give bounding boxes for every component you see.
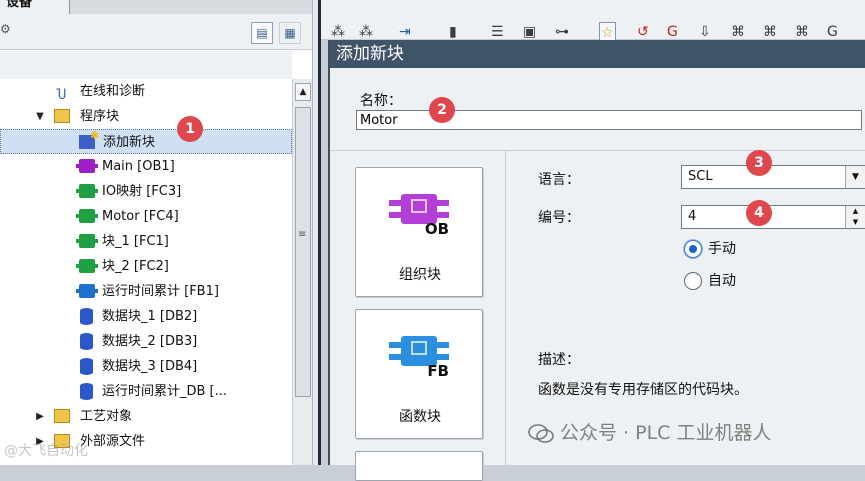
tree-item-program-blocks[interactable]: ▼ 程序块 [0, 104, 292, 129]
tree-item-technology-objects[interactable]: ▶ 工艺对象 [0, 404, 292, 429]
fc-block-icon [76, 209, 98, 223]
device-view-icon[interactable]: ▦ [279, 22, 301, 44]
description-text: 函数是没有专用存储区的代码块。 [538, 382, 748, 398]
tree-item-io-mapping-fc3[interactable]: IO映射 [FC3] [0, 179, 292, 204]
monitor-value-icon[interactable]: ⌘ [731, 22, 745, 42]
list-icon[interactable]: ☰ [491, 22, 504, 42]
fb-block-icon [76, 284, 98, 298]
radio-manual[interactable]: 手动 [684, 239, 736, 259]
add-new-block-dialog: 添加新块 名称： OB 组织块 [328, 40, 865, 481]
tree-toolbar: ⚙ ▤ ▦ [0, 14, 320, 50]
delete-network-icon[interactable]: ⁂ [359, 22, 373, 42]
tree-item-add-new-block[interactable]: ✱ 添加新块 [0, 129, 292, 154]
db-block-icon [80, 333, 93, 350]
tree-item-block2-fc2[interactable]: 块_2 [FC2] [0, 254, 292, 279]
name-label: 名称： [360, 93, 402, 109]
tree-item-runtime-db[interactable]: 运行时间累计_DB [... [0, 379, 292, 404]
reset-icon[interactable]: G [827, 22, 838, 42]
ob-block-icon [76, 159, 98, 173]
function-block-button[interactable]: FB 函数块 [355, 309, 483, 439]
fb-caption: 函数块 [399, 409, 441, 425]
wechat-icon [528, 423, 554, 443]
description-label: 描述： [538, 352, 580, 368]
db-block-icon [80, 383, 93, 400]
expand-icon[interactable]: ▼ [35, 104, 45, 129]
splitter-line [318, 0, 321, 465]
ob-caption: 组织块 [399, 267, 441, 283]
language-select[interactable]: SCL ▼ [681, 165, 865, 189]
step-marker-3: 3 [746, 150, 772, 176]
tree-item-db3[interactable]: 数据块_2 [DB3] [0, 329, 292, 354]
tree-item-block1-fc1[interactable]: 块_1 [FC1] [0, 229, 292, 254]
compare-icon[interactable]: ▣ [523, 22, 536, 42]
fc-block-icon [76, 234, 98, 248]
project-tree: Ⴎ 在线和诊断 ▼ 程序块 ✱ 添加新块 Main [OB1] IO映射 [FC… [0, 79, 292, 465]
tree-item-online-diagnostics[interactable]: Ⴎ 在线和诊断 [0, 79, 292, 104]
number-stepper[interactable]: 4 ▲ ▼ [681, 205, 865, 229]
list-view-icon[interactable]: ▤ [251, 22, 273, 44]
step-marker-1: 1 [177, 116, 203, 142]
radio-auto[interactable]: 自动 [684, 271, 736, 291]
chevron-down-icon[interactable]: ▼ [845, 166, 865, 188]
increment-icon[interactable]: ▲ [846, 206, 865, 217]
modify-value-icon[interactable]: ⌘ [763, 22, 777, 42]
radio-selected-icon [684, 240, 702, 258]
tree-item-db2[interactable]: 数据块_1 [DB2] [0, 304, 292, 329]
force-value-icon[interactable]: ⌘ [795, 22, 809, 42]
radio-unselected-icon [684, 272, 702, 290]
go-online-icon[interactable]: ↺ [637, 22, 649, 42]
tab-devices[interactable]: 设备 [0, 0, 70, 14]
db-block-icon [80, 358, 93, 375]
folder-icon [54, 109, 70, 123]
grip-icon: ≡ [298, 229, 307, 240]
tree-scrollbar[interactable]: ▲ ≡ [292, 79, 312, 465]
panel-header: 设备 [0, 0, 320, 14]
function-button[interactable] [355, 451, 483, 481]
watermark-right: 公众号 · PLC 工业机器人 [528, 418, 771, 445]
organization-block-button[interactable]: OB 组织块 [355, 167, 483, 297]
db-block-icon [80, 308, 93, 325]
go-offline-icon[interactable]: G [667, 22, 678, 42]
tree-item-motor-fc4[interactable]: Motor [FC4] [0, 204, 292, 229]
tree-item-main-ob1[interactable]: Main [OB1] [0, 154, 292, 179]
step-marker-2: 2 [429, 97, 455, 123]
ob-block-icon: OB [389, 186, 449, 238]
diagnostics-icon: Ⴎ [56, 88, 67, 103]
tree-item-runtime-fb1[interactable]: 运行时间累计 [FB1] [0, 279, 292, 304]
scroll-thumb[interactable] [295, 107, 311, 397]
folder-icon [54, 409, 70, 423]
editor-toolbar: ⁂ ⁂ ⇥ ▮ ☰ ▣ ⊶ ☆ ↺ G ⇩ ⌘ ⌘ ⌘ G [321, 0, 865, 42]
open-block-icon[interactable]: ▮ [449, 22, 457, 42]
dialog-title: 添加新块 [330, 40, 865, 68]
fc-block-icon [76, 184, 98, 198]
toolbar-edge-icon: ⚙ [0, 22, 11, 36]
language-label: 语言： [538, 172, 580, 188]
download-icon[interactable]: ⇩ [699, 22, 711, 42]
insert-network-icon[interactable]: ⁂ [331, 22, 345, 42]
fc-block-icon [76, 259, 98, 273]
monitor-icon[interactable]: ⊶ [555, 22, 569, 42]
name-section: 名称： [330, 68, 865, 150]
insert-row-icon[interactable]: ⇥ [399, 22, 411, 42]
fb-block-icon: FB [389, 328, 449, 380]
decrement-icon[interactable]: ▼ [846, 217, 865, 228]
watermark-left: @大飞自动化 [4, 443, 88, 459]
tree-item-db4[interactable]: 数据块_3 [DB4] [0, 354, 292, 379]
number-label: 编号： [538, 210, 580, 226]
star-icon: ✱ [90, 129, 100, 142]
step-marker-4: 4 [746, 200, 772, 226]
expand-icon[interactable]: ▶ [35, 404, 45, 429]
favorites-icon[interactable]: ☆ [599, 22, 616, 42]
project-tree-panel: 设备 ⚙ ▤ ▦ Ⴎ 在线和诊断 ▼ 程序块 ✱ 添加新块 Main [OB1]… [0, 0, 320, 465]
block-type-list: OB 组织块 FB 函数块 [330, 150, 505, 481]
scroll-up-icon[interactable]: ▲ [295, 83, 311, 101]
